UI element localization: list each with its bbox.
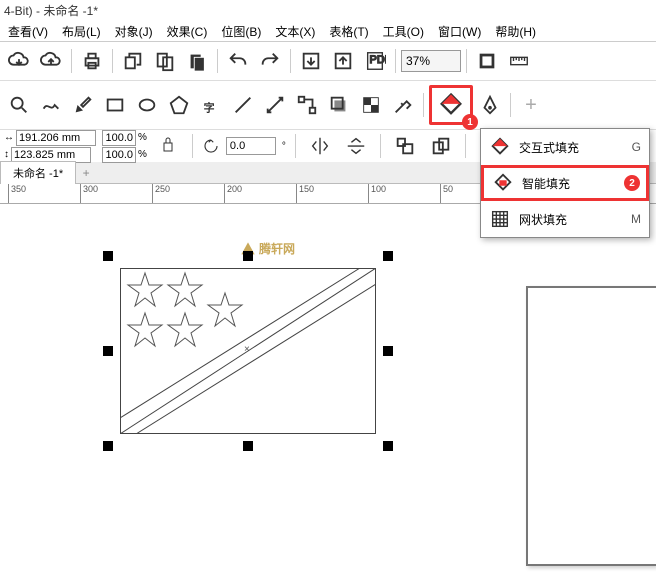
menu-text[interactable]: 文本(X) bbox=[275, 23, 315, 38]
eyedropper-icon[interactable] bbox=[388, 90, 418, 120]
cloud-download-icon[interactable] bbox=[4, 46, 34, 76]
doc-tab-active[interactable]: 未命名 -1* bbox=[0, 161, 76, 185]
flyout-shortcut: M bbox=[631, 212, 641, 226]
handle-ml[interactable] bbox=[103, 346, 113, 356]
svg-text:字: 字 bbox=[204, 100, 215, 114]
mirror-v-icon[interactable] bbox=[341, 131, 371, 161]
import-icon[interactable] bbox=[296, 46, 326, 76]
shadow-icon[interactable] bbox=[324, 90, 354, 120]
scale-x-input[interactable] bbox=[102, 130, 136, 146]
menu-layout[interactable]: 布局(L) bbox=[62, 23, 101, 38]
flyout-interactive-fill[interactable]: 交互式填充 G bbox=[481, 129, 649, 165]
cloud-upload-icon[interactable] bbox=[36, 46, 66, 76]
smart-fill-icon bbox=[492, 172, 514, 194]
page-edge bbox=[526, 286, 656, 566]
width-input[interactable] bbox=[16, 130, 96, 146]
menu-bar: 查看(V) 布局(L) 对象(J) 效果(C) 位图(B) 文本(X) 表格(T… bbox=[0, 20, 656, 42]
lock-ratio-icon[interactable] bbox=[153, 131, 183, 161]
pdf-icon[interactable]: PDF bbox=[360, 46, 390, 76]
fullscreen-icon[interactable] bbox=[472, 46, 502, 76]
flyout-label: 智能填充 bbox=[522, 175, 638, 192]
connector-icon[interactable] bbox=[292, 90, 322, 120]
handle-mr[interactable] bbox=[383, 346, 393, 356]
interactive-fill-icon bbox=[489, 136, 511, 158]
scale-y-input[interactable] bbox=[102, 147, 136, 163]
flyout-label: 网状填充 bbox=[519, 211, 623, 228]
standard-toolbar: PDF bbox=[0, 42, 656, 81]
line-icon[interactable] bbox=[228, 90, 258, 120]
flyout-mesh-fill[interactable]: 网状填充 M bbox=[481, 201, 649, 237]
menu-bitmap[interactable]: 位图(B) bbox=[221, 23, 261, 38]
copy-icon[interactable] bbox=[150, 46, 180, 76]
zoom-select[interactable] bbox=[401, 50, 461, 72]
mirror-h-icon[interactable] bbox=[305, 131, 335, 161]
menu-effect[interactable]: 效果(C) bbox=[167, 23, 208, 38]
fill-tool-button[interactable]: ▾ 1 bbox=[429, 85, 473, 125]
transparency-icon[interactable] bbox=[356, 90, 386, 120]
menu-tools[interactable]: 工具(O) bbox=[383, 23, 424, 38]
add-tool-icon[interactable]: + bbox=[516, 90, 546, 120]
tools-toolbar: 字 ▾ 1 + bbox=[0, 81, 656, 130]
freehand-icon[interactable] bbox=[36, 90, 66, 120]
handle-tl[interactable] bbox=[103, 251, 113, 261]
handle-bm[interactable] bbox=[243, 441, 253, 451]
polygon-icon[interactable] bbox=[164, 90, 194, 120]
rectangle-icon[interactable] bbox=[100, 90, 130, 120]
rotate-icon bbox=[202, 137, 220, 155]
handle-tm[interactable] bbox=[243, 251, 253, 261]
ellipse-icon[interactable] bbox=[132, 90, 162, 120]
svg-text:PDF: PDF bbox=[370, 54, 387, 66]
dimension-icon[interactable] bbox=[260, 90, 290, 120]
fill-flyout: 交互式填充 G 智能填充 2 网状填充 M bbox=[480, 128, 650, 238]
undo-icon[interactable] bbox=[223, 46, 253, 76]
flyout-label: 交互式填充 bbox=[519, 139, 624, 156]
text-icon[interactable]: 字 bbox=[196, 90, 226, 120]
handle-br[interactable] bbox=[383, 441, 393, 451]
menu-object[interactable]: 对象(J) bbox=[115, 23, 153, 38]
title-bar: 4-Bit) - 未命名 -1* bbox=[0, 0, 656, 20]
rotation-input[interactable] bbox=[226, 137, 276, 155]
order-icon[interactable] bbox=[426, 131, 456, 161]
mesh-fill-icon bbox=[489, 208, 511, 230]
cut-icon[interactable] bbox=[118, 46, 148, 76]
menu-window[interactable]: 窗口(W) bbox=[438, 23, 481, 38]
ruler-icon[interactable] bbox=[504, 46, 534, 76]
menu-view[interactable]: 查看(V) bbox=[8, 23, 48, 38]
outline-pen-icon[interactable] bbox=[475, 90, 505, 120]
flag-stars bbox=[120, 268, 250, 368]
handle-bl[interactable] bbox=[103, 441, 113, 451]
print-icon[interactable] bbox=[77, 46, 107, 76]
canvas[interactable]: 腾轩网 × bbox=[0, 204, 656, 584]
redo-icon[interactable] bbox=[255, 46, 285, 76]
artistic-media-icon[interactable] bbox=[68, 90, 98, 120]
export-icon[interactable] bbox=[328, 46, 358, 76]
handle-tr[interactable] bbox=[383, 251, 393, 261]
badge-1: 1 bbox=[462, 114, 478, 130]
flyout-shortcut: G bbox=[632, 140, 641, 154]
flyout-smart-fill[interactable]: 智能填充 2 bbox=[481, 165, 649, 201]
zoom-tool-icon[interactable] bbox=[4, 90, 34, 120]
badge-2: 2 bbox=[624, 175, 640, 191]
paste-icon[interactable] bbox=[182, 46, 212, 76]
align-icon[interactable] bbox=[390, 131, 420, 161]
add-tab-button[interactable]: + bbox=[76, 166, 96, 180]
selection-bounds: × bbox=[108, 256, 388, 446]
menu-help[interactable]: 帮助(H) bbox=[495, 23, 536, 38]
menu-table[interactable]: 表格(T) bbox=[329, 23, 368, 38]
